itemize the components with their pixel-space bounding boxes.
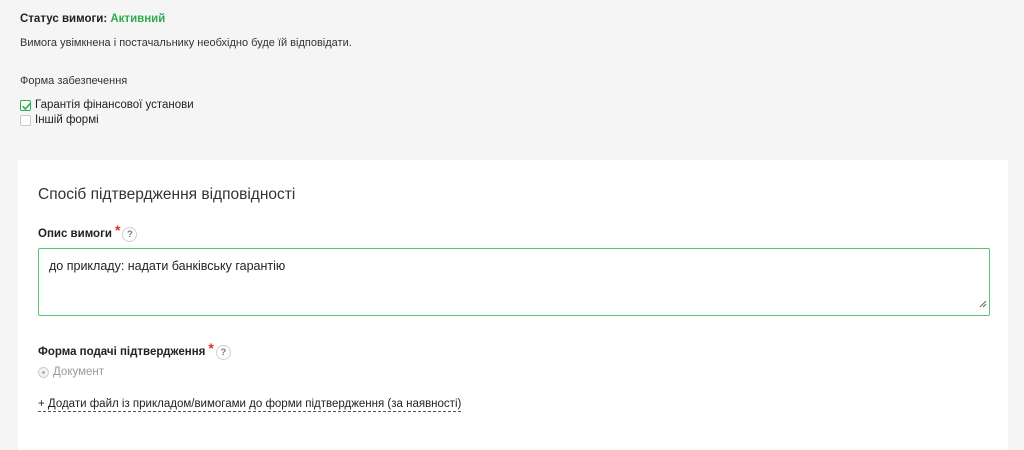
checkbox-unchecked-icon[interactable] <box>20 115 31 126</box>
security-option-other[interactable]: Іншій формі <box>20 113 1004 128</box>
description-label-text: Опис вимоги <box>38 228 112 240</box>
description-textarea-value: до прикладу: надати банківську гарантію <box>49 259 286 273</box>
status-label: Статус вимоги: <box>20 13 108 25</box>
description-field-label: Опис вимоги * ? <box>38 222 988 242</box>
checkbox-checked-icon[interactable] <box>20 100 31 111</box>
help-icon[interactable]: ? <box>122 226 138 242</box>
submission-option-label: Документ <box>53 366 105 378</box>
status-value: Активний <box>110 13 166 25</box>
status-description: Вимога увімкнена і постачальнику необхід… <box>20 37 352 49</box>
status-line: Статус вимоги: Активний <box>20 12 1004 26</box>
confirmation-method-card: Спосіб підтвердження відповідності Опис … <box>18 160 1008 450</box>
security-form-label: Форма забезпечення <box>20 75 128 87</box>
submission-field-label: Форма подачі підтвердження * ? <box>38 340 988 360</box>
resize-grip-icon[interactable] <box>979 295 987 313</box>
required-asterisk: * <box>114 222 121 238</box>
security-option-financial-guarantee[interactable]: Гарантія фінансової установи <box>20 98 1004 113</box>
security-option-label: Гарантія фінансової установи <box>35 99 194 111</box>
required-asterisk: * <box>208 340 214 356</box>
submission-option-document: Документ <box>38 365 988 379</box>
description-textarea[interactable]: до прикладу: надати банківську гарантію <box>38 248 990 316</box>
security-option-label: Іншій формі <box>35 114 99 126</box>
card-title: Спосіб підтвердження відповідності <box>38 186 296 203</box>
requirement-status-section: Статус вимоги: Активний Вимога увімкнена… <box>0 0 1024 148</box>
add-file-link[interactable]: + Додати файл із прикладом/вимогами до ф… <box>38 397 462 412</box>
submission-label-text: Форма подачі підтвердження <box>38 346 206 358</box>
radio-disabled-icon <box>38 366 49 378</box>
help-icon[interactable]: ? <box>215 344 231 360</box>
